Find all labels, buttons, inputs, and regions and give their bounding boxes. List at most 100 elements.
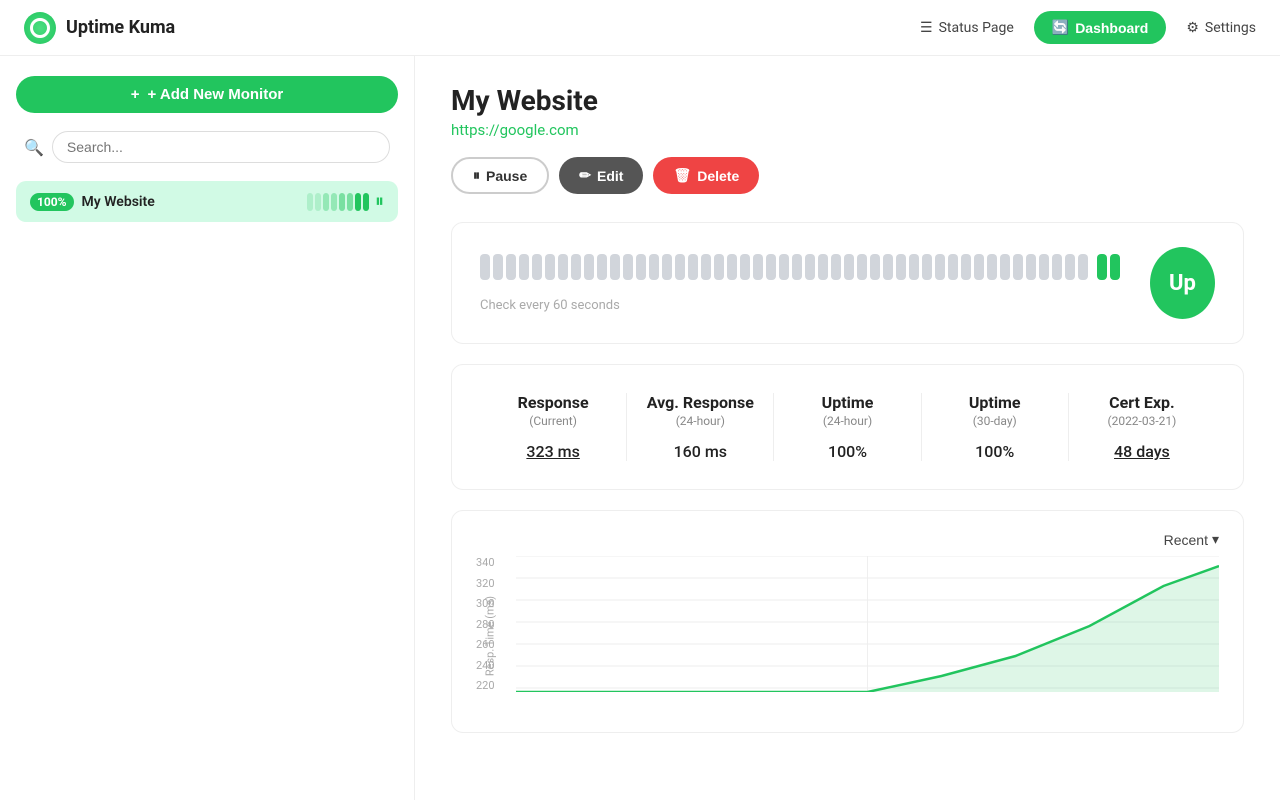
heartbeat-bars xyxy=(307,193,369,211)
stat-label: Uptime xyxy=(822,393,874,412)
hb-big-bar xyxy=(948,254,958,280)
site-title: My Website xyxy=(451,84,1244,117)
hb-big-bar xyxy=(597,254,607,280)
hb-big-bar xyxy=(766,254,776,280)
hb-big-bar xyxy=(896,254,906,280)
hb-big-bar xyxy=(974,254,984,280)
stat-cert-exp: Cert Exp. (2022-03-21) 48 days xyxy=(1069,393,1215,461)
stat-value: 323 ms xyxy=(526,442,579,461)
up-badge: Up xyxy=(1150,247,1215,319)
y-label: 340 xyxy=(476,556,512,569)
hb-big-bar xyxy=(558,254,568,280)
hb-big-bar xyxy=(1039,254,1049,280)
heartbeat-row xyxy=(480,254,1126,280)
stat-value: 48 days xyxy=(1114,442,1170,461)
recent-dropdown-button[interactable]: Recent ▾ xyxy=(1164,531,1219,548)
hb-big-bar xyxy=(571,254,581,280)
hb-bar xyxy=(315,193,321,211)
logo-icon xyxy=(24,12,56,44)
header-nav: ☰ Status Page 🔄 Dashboard ⚙ Settings xyxy=(920,11,1256,44)
pause-button[interactable]: ⏸ Pause xyxy=(451,157,549,194)
hb-big-bar xyxy=(844,254,854,280)
hb-big-bar xyxy=(675,254,685,280)
main-content: My Website https://google.com ⏸ Pause ✏ … xyxy=(415,56,1280,800)
chart-plot xyxy=(516,556,1219,692)
hb-big-bar xyxy=(870,254,880,280)
hb-big-bar xyxy=(961,254,971,280)
dashboard-button[interactable]: 🔄 Dashboard xyxy=(1034,11,1167,44)
hb-bar xyxy=(323,193,329,211)
site-url[interactable]: https://google.com xyxy=(451,121,1244,139)
hb-big-bar xyxy=(935,254,945,280)
hb-big-bar xyxy=(909,254,919,280)
hb-big-bar xyxy=(480,254,490,280)
dashboard-icon: 🔄 xyxy=(1052,19,1069,36)
chart-area: 340 320 300 280 260 240 220 Resp. Time (… xyxy=(476,556,1219,716)
hb-big-bar xyxy=(610,254,620,280)
edit-icon: ✏ xyxy=(579,167,591,184)
hb-big-bar xyxy=(857,254,867,280)
hb-big-bar xyxy=(532,254,542,280)
y-label: 220 xyxy=(476,679,512,692)
hb-big-bar xyxy=(545,254,555,280)
hb-big-bar xyxy=(740,254,750,280)
hb-big-bar xyxy=(779,254,789,280)
add-monitor-button[interactable]: + + Add New Monitor xyxy=(16,76,398,113)
menu-icon: ☰ xyxy=(920,20,933,36)
status-page-link[interactable]: ☰ Status Page xyxy=(920,20,1014,36)
logo-area: Uptime Kuma xyxy=(24,12,175,44)
app-title: Uptime Kuma xyxy=(66,17,175,38)
hb-bar xyxy=(347,193,353,211)
sidebar: + + Add New Monitor 🔍 100% My Website xyxy=(0,56,415,800)
monitor-list-item[interactable]: 100% My Website ⏸ xyxy=(16,181,398,222)
monitor-info: 100% My Website xyxy=(30,193,155,211)
hb-big-bar xyxy=(818,254,828,280)
stat-label: Response xyxy=(518,393,589,412)
status-bars: Check every 60 seconds xyxy=(480,254,1126,313)
chart-svg xyxy=(516,556,1219,692)
monitor-status: ⏸ xyxy=(307,191,384,212)
trash-icon: 🗑 xyxy=(673,167,691,184)
hb-big-bar-green xyxy=(1110,254,1120,280)
stat-value: 160 ms xyxy=(674,442,727,461)
hb-big-bar xyxy=(519,254,529,280)
chevron-down-icon: ▾ xyxy=(1212,531,1219,548)
stat-label: Cert Exp. xyxy=(1109,393,1175,412)
hb-big-bar xyxy=(649,254,659,280)
hb-bar xyxy=(331,193,337,211)
stat-sub: (30-day) xyxy=(973,414,1017,428)
chart-header: Recent ▾ xyxy=(476,531,1219,548)
hb-big-bar xyxy=(1013,254,1023,280)
stat-sub: (Current) xyxy=(529,414,577,428)
stats-card: Response (Current) 323 ms Avg. Response … xyxy=(451,364,1244,490)
settings-link[interactable]: ⚙ Settings xyxy=(1186,20,1256,36)
edit-button[interactable]: ✏ Edit xyxy=(559,157,643,194)
pause-btn-icon: ⏸ xyxy=(473,167,480,184)
search-input[interactable] xyxy=(52,131,390,163)
stat-response: Response (Current) 323 ms xyxy=(480,393,627,461)
hb-big-bar xyxy=(792,254,802,280)
layout: + + Add New Monitor 🔍 100% My Website xyxy=(0,56,1280,800)
hb-big-bar xyxy=(636,254,646,280)
y-axis-label: Resp. Time (ms) xyxy=(484,596,497,676)
monitor-name: My Website xyxy=(82,194,155,210)
hb-big-bar xyxy=(883,254,893,280)
hb-big-bar xyxy=(714,254,724,280)
hb-big-bar xyxy=(506,254,516,280)
plus-icon: + xyxy=(131,86,140,103)
stat-value: 100% xyxy=(828,442,867,461)
stat-label: Uptime xyxy=(969,393,1021,412)
hb-big-bar xyxy=(1065,254,1075,280)
hb-big-bar xyxy=(493,254,503,280)
stat-uptime-24h: Uptime (24-hour) 100% xyxy=(774,393,921,461)
hb-big-bar xyxy=(753,254,763,280)
stat-sub: (2022-03-21) xyxy=(1107,414,1176,428)
stat-sub: (24-hour) xyxy=(823,414,872,428)
hb-big-bar xyxy=(1026,254,1036,280)
delete-button[interactable]: 🗑 Delete xyxy=(653,157,759,194)
stat-label: Avg. Response xyxy=(647,393,754,412)
hb-big-bar-green xyxy=(1097,254,1107,280)
chart-card: Recent ▾ 340 320 300 280 260 240 220 Res… xyxy=(451,510,1244,733)
hb-big-bar xyxy=(1000,254,1010,280)
hb-big-bar xyxy=(623,254,633,280)
